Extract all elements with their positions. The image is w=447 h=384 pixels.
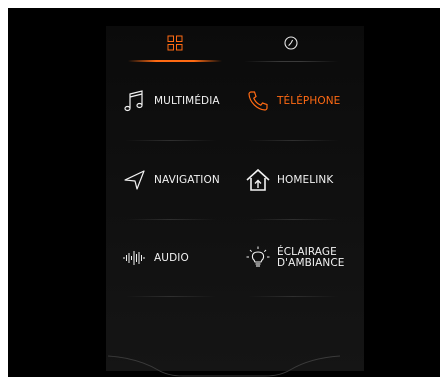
screen: MULTIMÉDIA TÉLÉPHONE NAVIGATION HOMELINK…: [8, 8, 440, 377]
bottom-frame-curve: [107, 355, 341, 377]
